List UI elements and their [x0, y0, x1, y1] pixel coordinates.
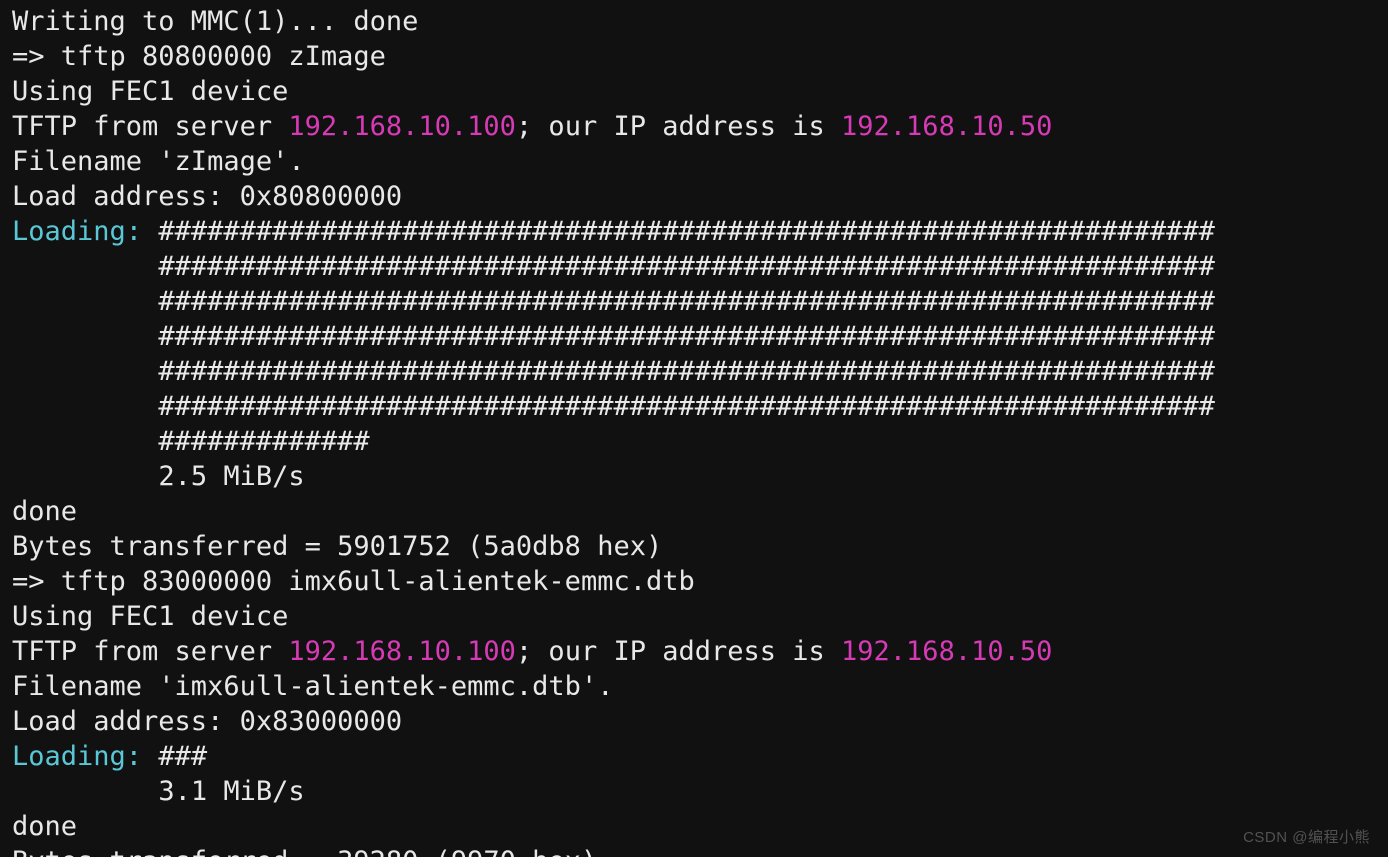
- progress-hash: ########################################…: [158, 286, 1215, 317]
- loading-label-1: Loading:: [12, 216, 142, 247]
- transfer-speed-2: 3.1 MiB/s: [158, 776, 304, 807]
- watermark: CSDN @编程小熊: [1243, 826, 1370, 847]
- uboot-command-1: => tftp 80800000 zImage: [12, 41, 386, 72]
- progress-hash: ########################################…: [158, 321, 1215, 352]
- uboot-command-2: => tftp 83000000 imx6ull-alientek-emmc.d…: [12, 566, 695, 597]
- progress-hash: ########################################…: [158, 251, 1215, 282]
- using-device-1: Using FEC1 device: [12, 76, 288, 107]
- terminal-output: Writing to MMC(1)... done => tftp 808000…: [0, 0, 1388, 857]
- load-address-2: Load address: 0x83000000: [12, 706, 402, 737]
- load-address-1: Load address: 0x80800000: [12, 181, 402, 212]
- progress-hash: ########################################…: [158, 356, 1215, 387]
- transfer-speed-1: 2.5 MiB/s: [158, 461, 304, 492]
- line-cut: Writing to MMC(1)... done: [12, 6, 418, 37]
- progress-hash: ########################################…: [158, 391, 1215, 422]
- client-ip-2: 192.168.10.50: [841, 636, 1052, 667]
- filename-2: Filename 'imx6ull-alientek-emmc.dtb'.: [12, 671, 613, 702]
- progress-hash: ########################################…: [158, 216, 1215, 247]
- server-ip-1: 192.168.10.100: [288, 111, 516, 142]
- server-ip-2: 192.168.10.100: [288, 636, 516, 667]
- tftp-line-2: TFTP from server 192.168.10.100; our IP …: [12, 636, 1052, 667]
- bytes-transferred-1: Bytes transferred = 5901752 (5a0db8 hex): [12, 531, 662, 562]
- done-1: done: [12, 496, 77, 527]
- client-ip-1: 192.168.10.50: [841, 111, 1052, 142]
- tftp-line-1: TFTP from server 192.168.10.100; our IP …: [12, 111, 1052, 142]
- filename-1: Filename 'zImage'.: [12, 146, 305, 177]
- progress-hash: ###: [158, 741, 207, 772]
- using-device-2: Using FEC1 device: [12, 601, 288, 632]
- bytes-transferred-2: Bytes transferred = 39280 (9970 hex): [12, 846, 597, 857]
- progress-hash: #############: [158, 426, 369, 457]
- done-2: done: [12, 811, 77, 842]
- loading-label-2: Loading:: [12, 741, 142, 772]
